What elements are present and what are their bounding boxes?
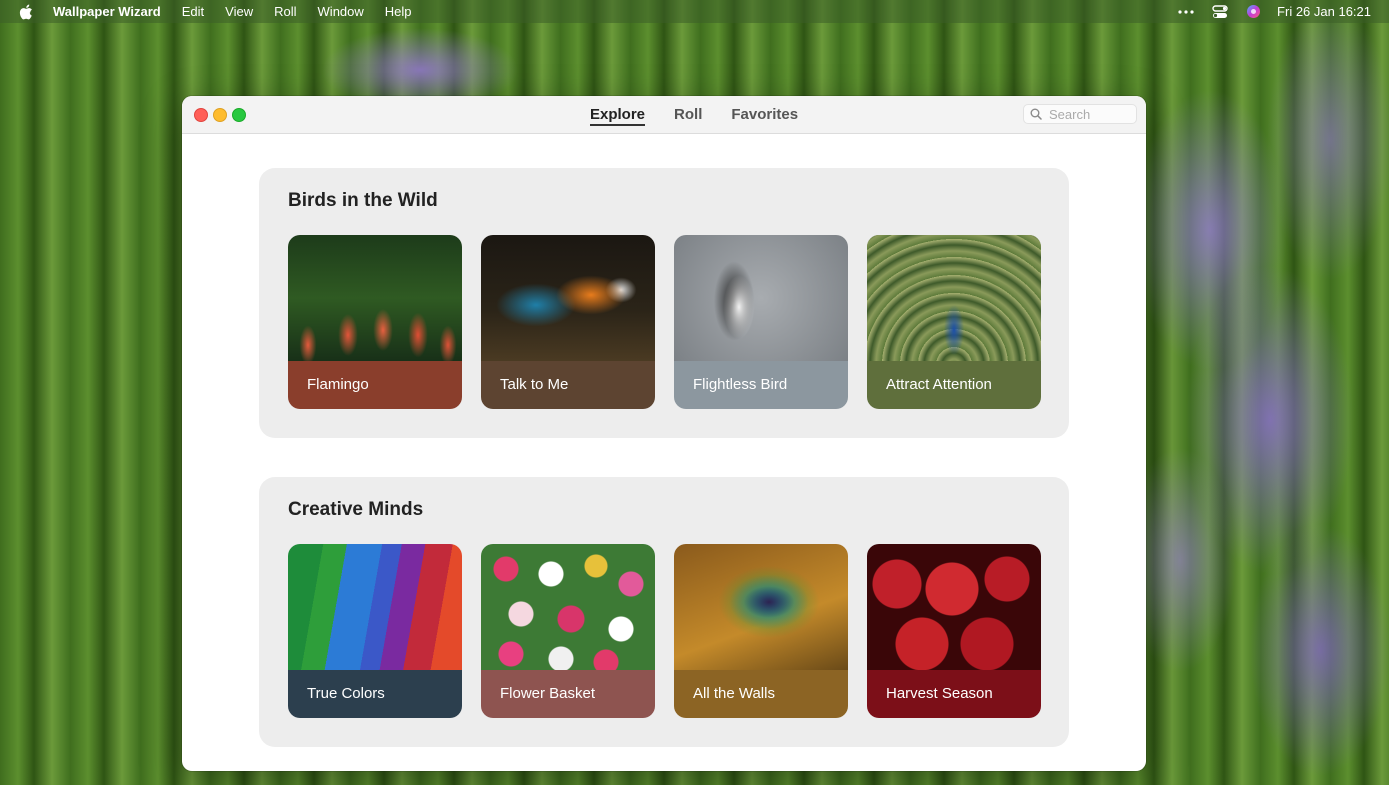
section-creative-minds: Creative Minds True Colors Flower Basket… — [259, 477, 1069, 747]
wallpaper-card-harvest-season[interactable]: Harvest Season — [867, 544, 1041, 718]
penguin-image — [674, 235, 848, 361]
tab-roll[interactable]: Roll — [674, 104, 702, 125]
parrot-image — [481, 235, 655, 361]
section-birds-in-the-wild: Birds in the Wild Flamingo Talk to Me Fl… — [259, 168, 1069, 438]
title-bar: Explore Roll Favorites — [182, 96, 1146, 134]
wallpaper-card-flightless-bird[interactable]: Flightless Bird — [674, 235, 848, 409]
menu-roll[interactable]: Roll — [274, 4, 296, 19]
wallpaper-card-flamingo[interactable]: Flamingo — [288, 235, 462, 409]
tab-bar: Explore Roll Favorites — [590, 96, 827, 133]
card-label: Harvest Season — [886, 685, 993, 702]
zoom-window-button[interactable] — [232, 108, 246, 122]
section-title: Birds in the Wild — [288, 190, 438, 211]
cherries-image — [867, 544, 1041, 670]
card-label: Flamingo — [307, 376, 369, 393]
menu-help[interactable]: Help — [385, 4, 412, 19]
app-window: Explore Roll Favorites Birds in the Wild… — [182, 96, 1146, 771]
wallpaper-card-flower-basket[interactable]: Flower Basket — [481, 544, 655, 718]
search-icon — [1030, 108, 1042, 120]
menu-edit[interactable]: Edit — [182, 4, 204, 19]
tab-explore[interactable]: Explore — [590, 104, 646, 126]
wallpaper-card-talk-to-me[interactable]: Talk to Me — [481, 235, 655, 409]
tulips-image — [481, 544, 655, 670]
card-label: True Colors — [307, 685, 385, 702]
tab-favorites[interactable]: Favorites — [731, 104, 798, 125]
menu-app-name[interactable]: Wallpaper Wizard — [53, 4, 161, 19]
wallpaper-card-attract-attention[interactable]: Attract Attention — [867, 235, 1041, 409]
siri-icon[interactable] — [1246, 4, 1261, 19]
card-label: Talk to Me — [500, 376, 569, 393]
ellipsis-icon[interactable] — [1178, 9, 1194, 14]
search-field[interactable] — [1023, 104, 1137, 124]
peacock-image — [867, 235, 1041, 361]
menu-bar-status: Fri 26 Jan 16:21 — [1160, 0, 1371, 23]
card-label: Attract Attention — [886, 376, 992, 393]
apple-icon[interactable] — [19, 4, 35, 20]
menu-bar-clock[interactable]: Fri 26 Jan 16:21 — [1277, 4, 1371, 19]
section-title: Creative Minds — [288, 499, 424, 520]
control-center-icon[interactable] — [1212, 4, 1228, 19]
close-window-button[interactable] — [194, 108, 208, 122]
menu-view[interactable]: View — [225, 4, 253, 19]
wallpaper-card-all-the-walls[interactable]: All the Walls — [674, 544, 848, 718]
card-label: Flightless Bird — [693, 376, 788, 393]
feather-image — [674, 544, 848, 670]
search-input[interactable] — [1047, 105, 1131, 123]
menu-window[interactable]: Window — [318, 4, 364, 19]
flamingo-image — [288, 235, 462, 361]
pencils-image — [288, 544, 462, 670]
wallpaper-card-true-colors[interactable]: True Colors — [288, 544, 462, 718]
card-label: All the Walls — [693, 685, 775, 702]
minimize-window-button[interactable] — [213, 108, 227, 122]
menu-bar: Wallpaper Wizard Edit View Roll Window H… — [0, 0, 1389, 23]
card-label: Flower Basket — [500, 685, 596, 702]
